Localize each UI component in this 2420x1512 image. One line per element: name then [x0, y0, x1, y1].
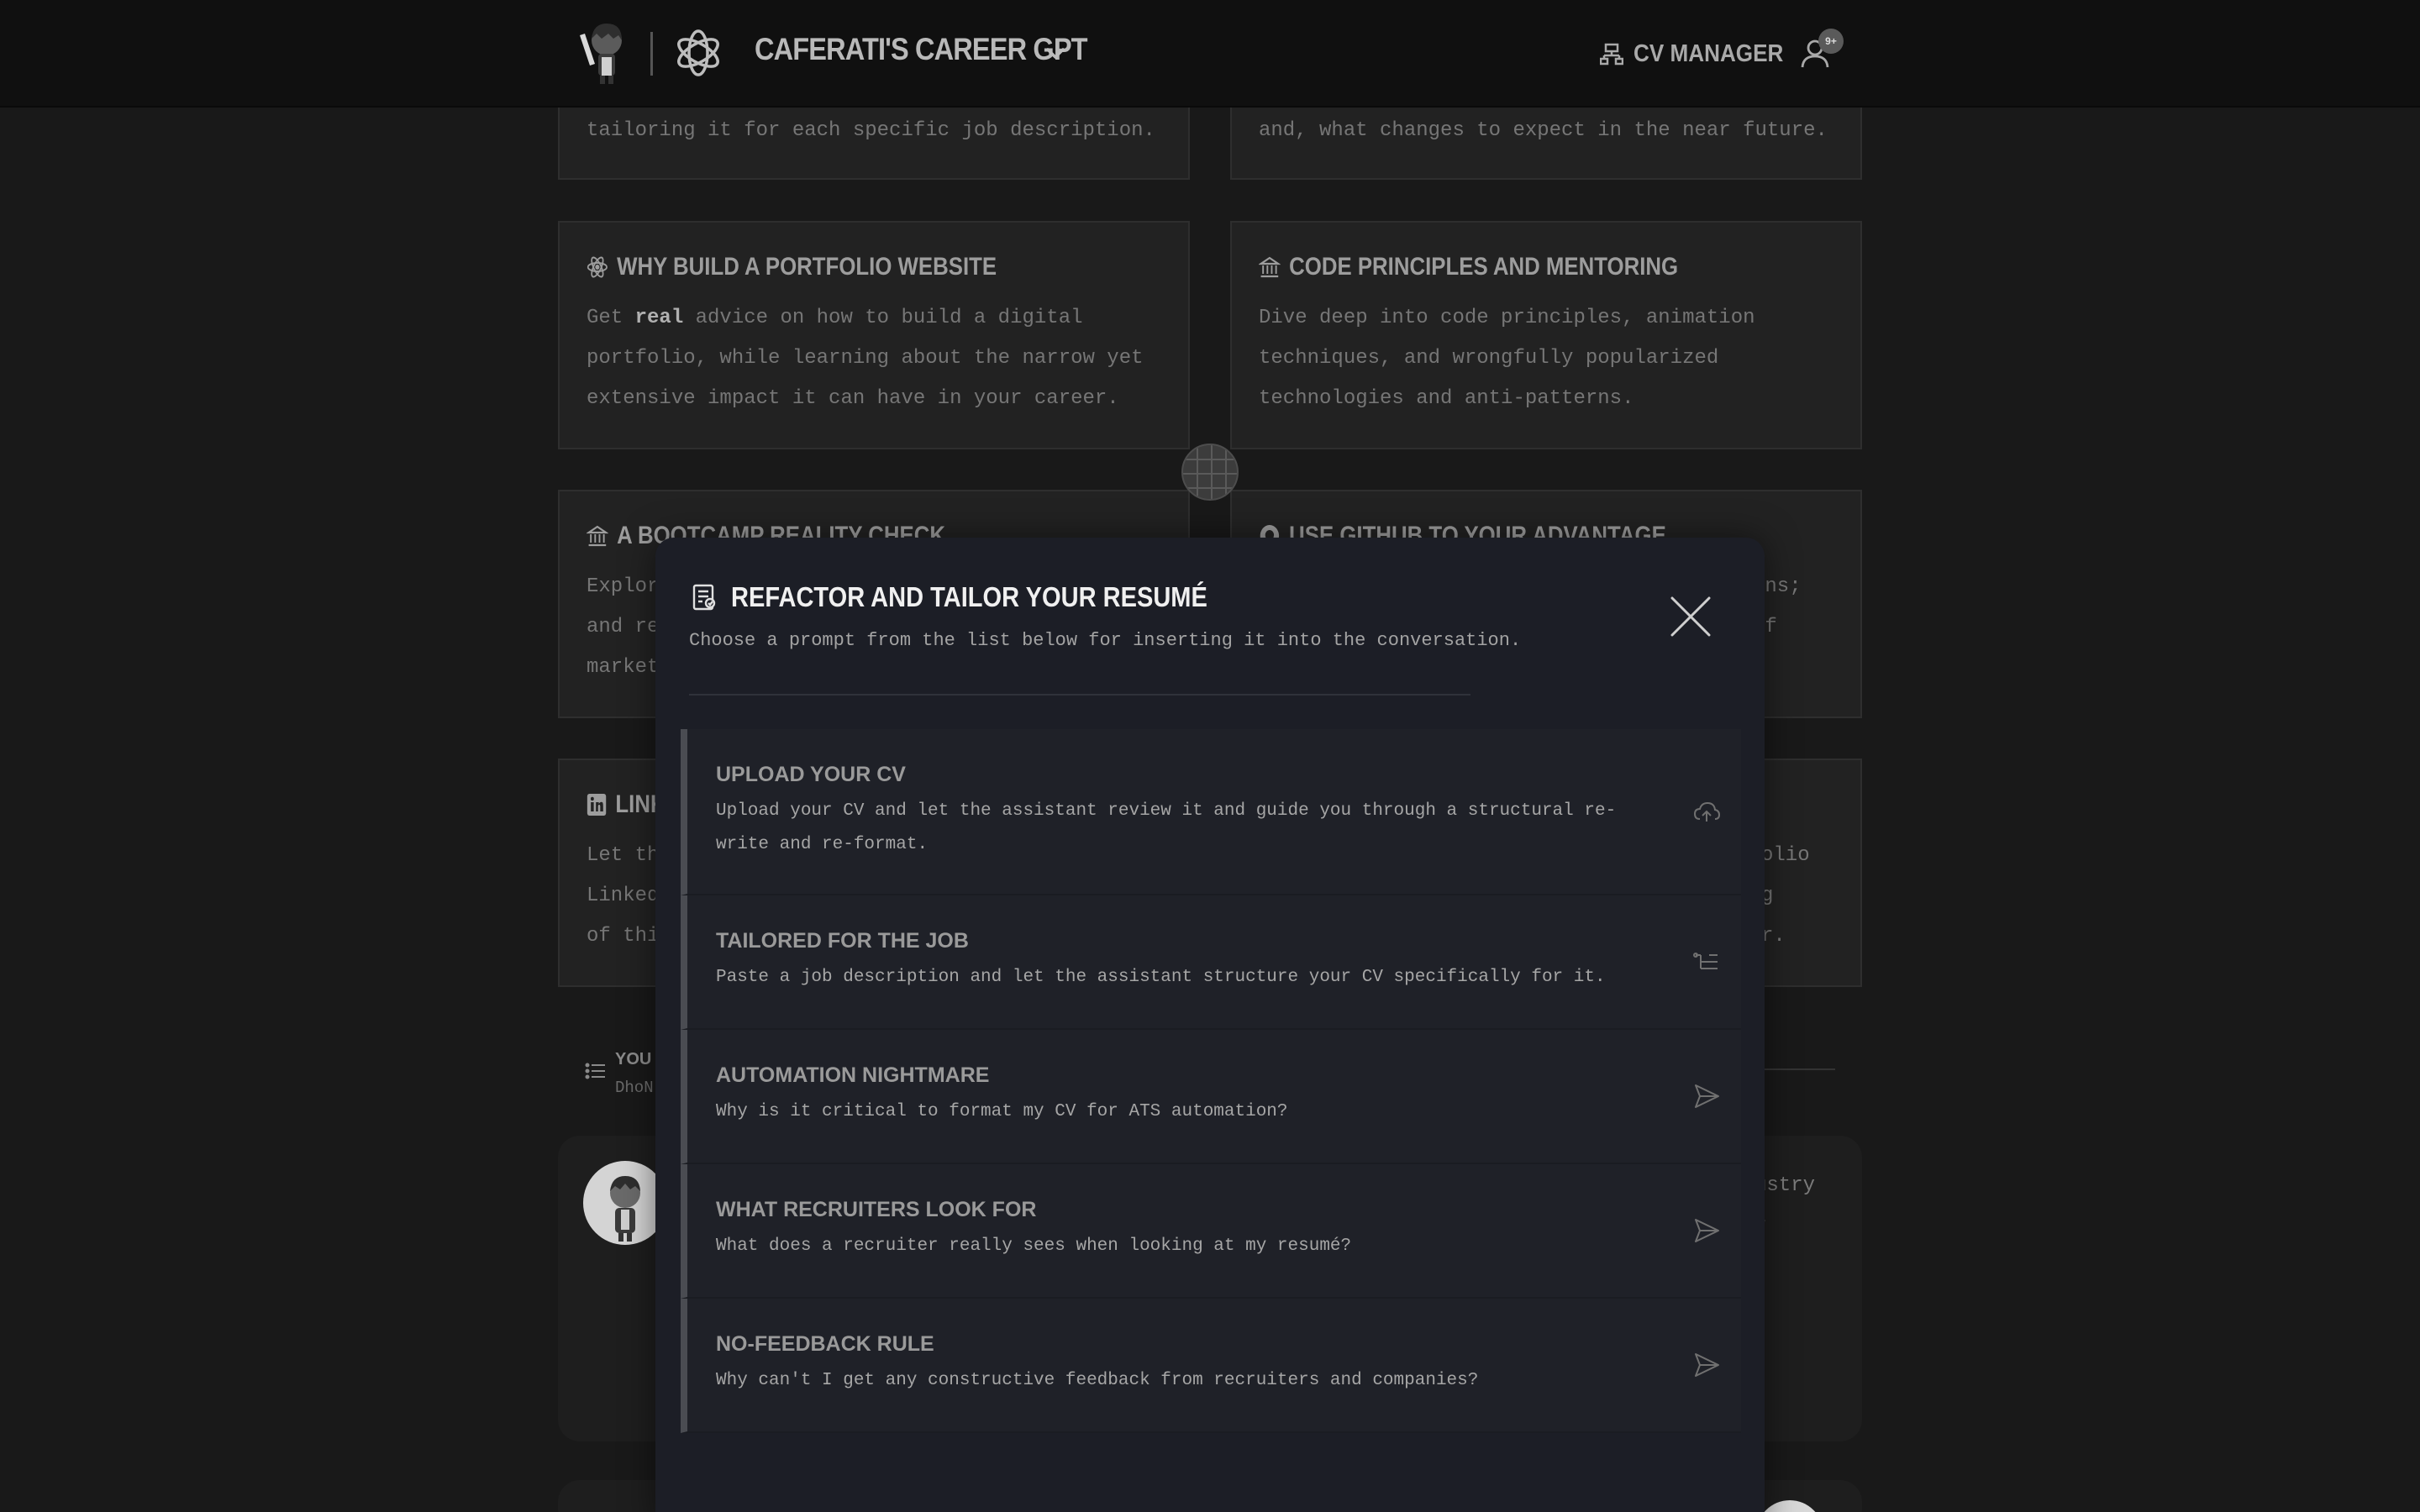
send-icon[interactable] [1692, 1351, 1721, 1379]
list-icon [585, 1063, 605, 1079]
assistant-avatar [583, 1161, 667, 1245]
prompt-description: Upload your CV and let the assistant rev… [716, 801, 1617, 854]
conversation-header: YOU E DhoN [585, 1048, 667, 1102]
card-text: Get real advice on how to build a digita… [587, 298, 1166, 419]
prompt-title: NO-FEEDBACK RULE [716, 1332, 934, 1356]
card-title: CODE PRINCIPLES AND MENTORING [1289, 253, 1679, 281]
prompt-item-automation[interactable]: AUTOMATION NIGHTMARE Why is it critical … [681, 1030, 1741, 1164]
prompt-description: Why can't I get any constructive feedbac… [716, 1371, 1479, 1390]
grid-orb-icon [1181, 444, 1239, 501]
prompt-title: TAILORED FOR THE JOB [716, 929, 969, 953]
app-header: CAFERATI'S CAREER GPT CV MANAGER 9+ [0, 0, 2420, 108]
card-text: and, what changes to expect in the near … [1259, 119, 1828, 142]
openai-logo-icon [677, 29, 719, 76]
prompt-description: Paste a job description and let the assi… [716, 968, 1606, 987]
notification-badge: 9+ [1818, 29, 1844, 54]
prompt-title: WHAT RECRUITERS LOOK FOR [716, 1198, 1037, 1221]
page: CAFERATI'S CAREER GPT CV MANAGER 9+ tail… [0, 0, 2420, 1512]
chevron-down-icon[interactable] [1042, 40, 1069, 67]
card-text-line: r. [1761, 925, 1786, 948]
app-title[interactable]: CAFERATI'S CAREER GPT [755, 32, 1088, 67]
card-text-line: ons; [1753, 575, 1802, 598]
card-text-part: Get [587, 307, 635, 329]
prompt-description: Why is it critical to format my CV for A… [716, 1102, 1288, 1121]
prompt-title: UPLOAD YOUR CV [716, 763, 906, 786]
prompt-item-no-feedback[interactable]: NO-FEEDBACK RULE Why can't I get any con… [681, 1299, 1741, 1433]
card-text: Dive deep into code principles, animatio… [1259, 307, 1755, 410]
send-icon[interactable] [1692, 1216, 1721, 1245]
sitemap-icon [1600, 43, 1623, 66]
card-text: ons; of [1753, 567, 1854, 648]
header-divider [650, 32, 653, 76]
react-atom-icon [587, 256, 608, 278]
tree-structure-icon[interactable] [1692, 948, 1721, 976]
prompt-item-tailored[interactable]: TAILORED FOR THE JOB Paste a job descrip… [681, 895, 1741, 1030]
card-text-line: of [1753, 616, 1777, 638]
prompt-item-upload-cv[interactable]: UPLOAD YOUR CV Upload your CV and let th… [681, 729, 1741, 895]
prompt-title: AUTOMATION NIGHTMARE [716, 1063, 990, 1087]
prompt-description: What does a recruiter really sees when l… [716, 1236, 1352, 1256]
prompt-list: UPLOAD YOUR CV Upload your CV and let th… [681, 729, 1741, 1433]
institution-icon [1259, 256, 1281, 278]
card-text: olio g r. [1761, 836, 1854, 957]
modal-divider [689, 694, 1470, 696]
send-icon[interactable] [1692, 1082, 1721, 1110]
cv-manager-label: CV MANAGER [1634, 39, 1784, 67]
cloud-upload-icon[interactable] [1692, 798, 1721, 827]
card-text-line: olio [1761, 844, 1810, 867]
linkedin-icon [587, 794, 607, 816]
close-icon[interactable] [1667, 593, 1714, 640]
card-text: tailoring it for each specific job descr… [587, 119, 1155, 142]
modal-title: REFACTOR AND TAILOR YOUR RESUMÉ [731, 581, 1207, 612]
avatar-logo-icon[interactable] [575, 18, 635, 86]
avatar-illustration-icon [610, 1176, 640, 1242]
prompt-item-recruiters[interactable]: WHAT RECRUITERS LOOK FOR What does a rec… [681, 1164, 1741, 1299]
prompt-card-code-principles[interactable]: CODE PRINCIPLES AND MENTORING Dive deep … [1230, 221, 1862, 449]
card-text-emphasis: real [634, 307, 684, 329]
card-title: WHY BUILD A PORTFOLIO WEBSITE [617, 253, 997, 281]
cv-manager-button[interactable]: CV MANAGER [1600, 37, 1800, 71]
conversation-subtitle: DhoN [615, 1079, 654, 1097]
resume-icon [692, 584, 716, 611]
prompt-card-portfolio[interactable]: WHY BUILD A PORTFOLIO WEBSITE Get real a… [558, 221, 1190, 449]
card-text-line: g [1761, 885, 1774, 907]
modal-subtitle: Choose a prompt from the list below for … [689, 630, 1522, 651]
prompt-modal: REFACTOR AND TAILOR YOUR RESUMÉ Choose a… [655, 538, 1765, 1512]
institution-icon [587, 525, 608, 547]
